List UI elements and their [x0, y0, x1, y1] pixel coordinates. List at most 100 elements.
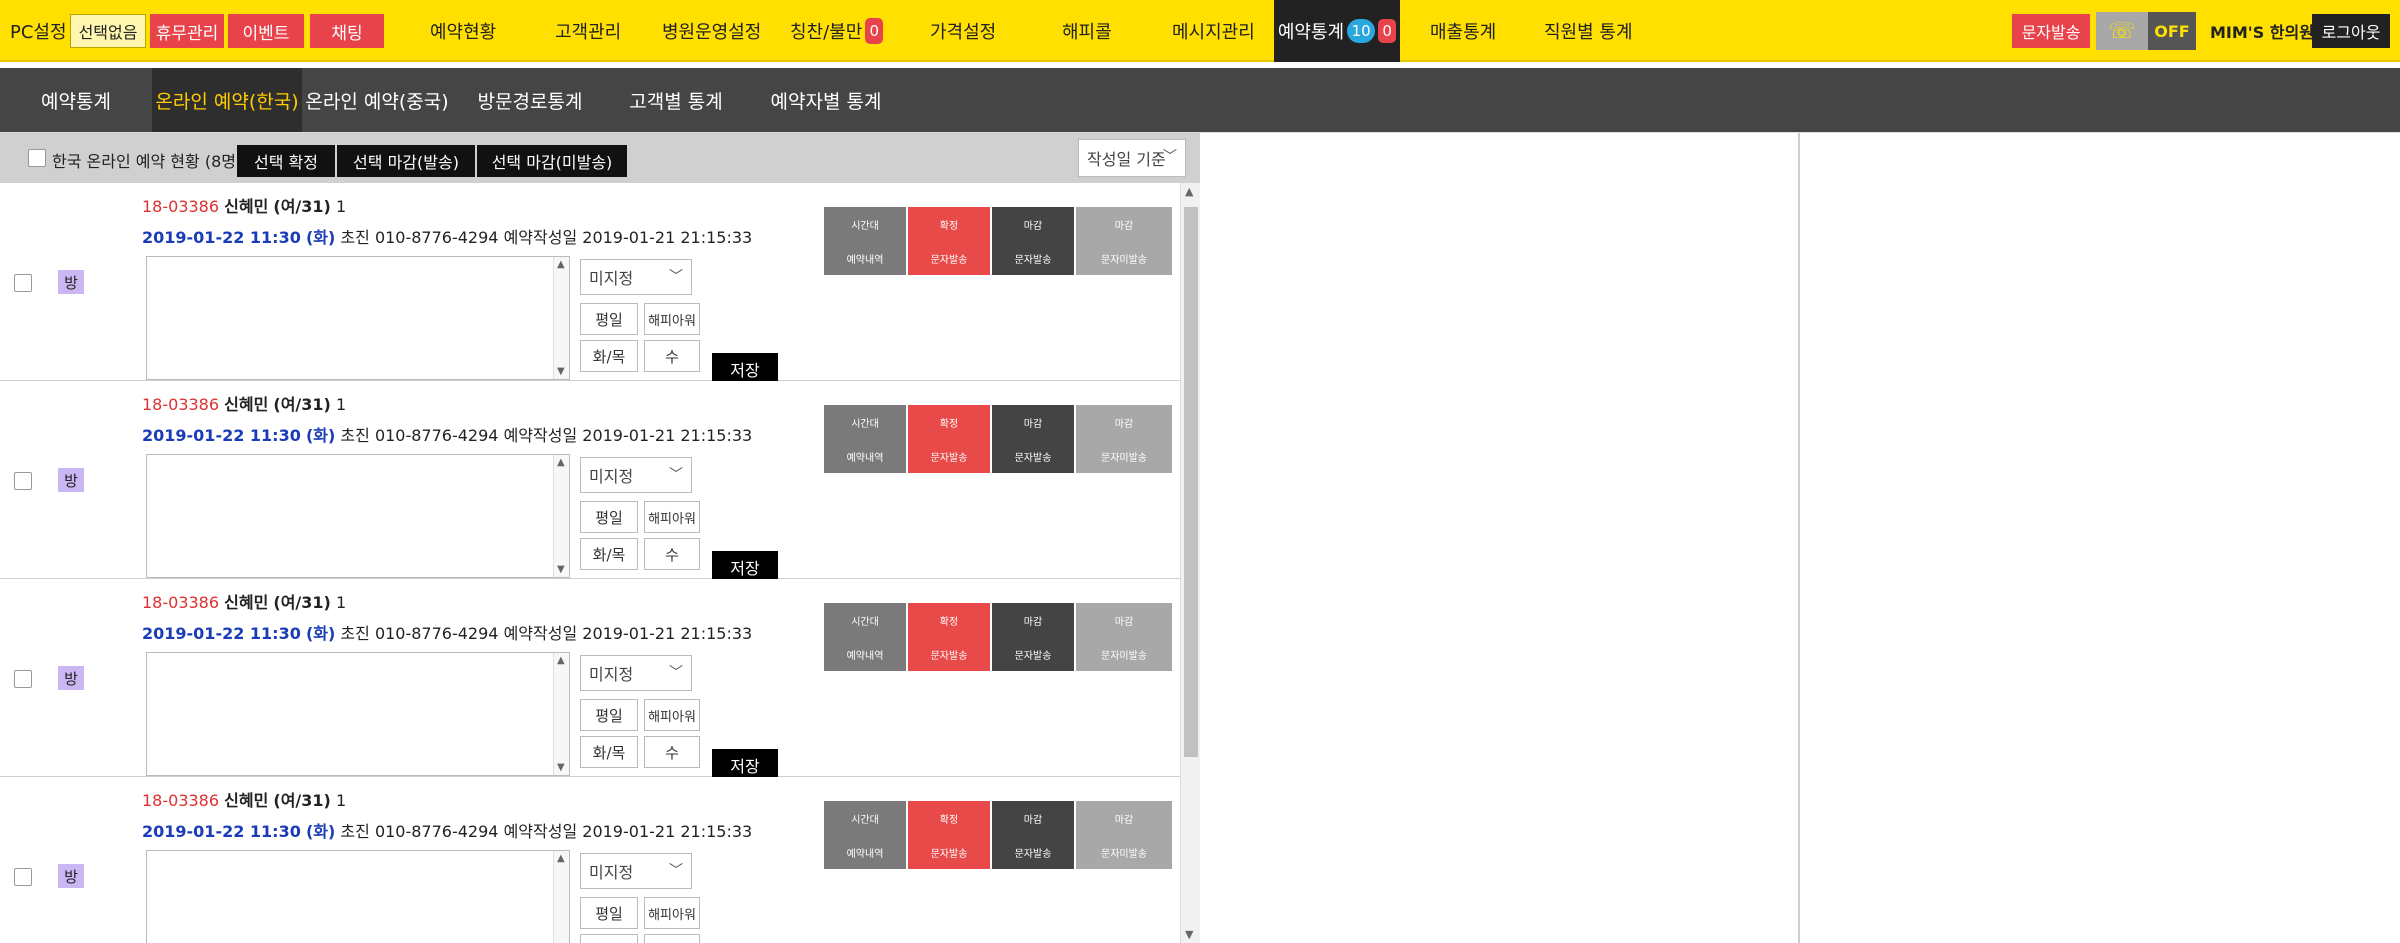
close-sms-unsent-button[interactable]: 마감 문자미발송	[1076, 801, 1172, 869]
tab-reserver-statistics[interactable]: 예약자별 통계	[744, 68, 908, 132]
select-none-button[interactable]: 선택없음	[70, 14, 146, 48]
nav-praise-complaint[interactable]: 칭찬/불만 0	[790, 14, 884, 48]
timeslot-history-button[interactable]: 시간대 예약내역	[824, 405, 906, 473]
scroll-up-icon[interactable]: ▲	[1185, 185, 1193, 198]
sms-send-button[interactable]: 문자발송	[2012, 14, 2090, 48]
memo-scrollbar[interactable]: ▲ ▼	[553, 653, 569, 775]
close-sms-sent-button[interactable]: 마감 문자발송	[992, 801, 1074, 869]
confirm-selected-button[interactable]: 선택 확정	[237, 145, 335, 177]
memo-scroll-down-icon[interactable]: ▼	[557, 762, 565, 773]
close-sms-unsent-button[interactable]: 마감 문자미발송	[1076, 207, 1172, 275]
memo-scroll-up-icon[interactable]: ▲	[557, 457, 565, 468]
memo-scrollbar[interactable]: ▲ ▼	[553, 851, 569, 943]
close-selected-unsent-button[interactable]: 선택 마감(미발송)	[477, 145, 627, 177]
status-bottom-label: 문자발송	[930, 848, 968, 860]
nav-hospital-settings[interactable]: 병원운영설정	[662, 14, 761, 48]
close-sms-sent-button[interactable]: 마감 문자발송	[992, 405, 1074, 473]
holiday-management-button[interactable]: 휴무관리	[150, 14, 224, 48]
patient-name[interactable]: 신혜민	[224, 395, 268, 414]
scrollbar-thumb[interactable]	[1184, 207, 1198, 757]
status-select[interactable]: 미지정 ﹀	[580, 457, 692, 493]
close-sms-unsent-button[interactable]: 마감 문자미발송	[1076, 405, 1172, 473]
tab-customer-statistics[interactable]: 고객별 통계	[608, 68, 744, 132]
status-select[interactable]: 미지정 ﹀	[580, 259, 692, 295]
weekday-option-button[interactable]: 평일	[580, 303, 638, 335]
timeslot-history-button[interactable]: 시간대 예약내역	[824, 801, 906, 869]
patient-id[interactable]: 18-03386	[142, 791, 219, 810]
memo-scrollbar[interactable]: ▲ ▼	[553, 257, 569, 379]
close-sms-unsent-button[interactable]: 마감 문자미발송	[1076, 603, 1172, 671]
status-select[interactable]: 미지정 ﹀	[580, 853, 692, 889]
event-button[interactable]: 이벤트	[228, 14, 304, 48]
tue-thu-option-button[interactable]: 화/목	[580, 736, 638, 768]
logout-button[interactable]: 로그아웃	[2312, 14, 2390, 48]
memo-scroll-down-icon[interactable]: ▼	[557, 366, 565, 377]
memo-textarea[interactable]: ▲ ▼	[146, 652, 570, 776]
status-bottom-label: 예약내역	[846, 848, 884, 860]
memo-textarea[interactable]: ▲ ▼	[146, 454, 570, 578]
phone-toggle[interactable]: ☏	[2096, 12, 2148, 50]
happy-hour-option-button[interactable]: 해피아워	[644, 501, 700, 533]
memo-scrollbar[interactable]: ▲ ▼	[553, 455, 569, 577]
list-title: 한국 온라인 예약 현황 (8명)	[52, 152, 243, 171]
list-scrollbar[interactable]: ▲ ▼	[1180, 183, 1200, 943]
close-sms-sent-button[interactable]: 마감 문자발송	[992, 207, 1074, 275]
tab-online-reservation-china[interactable]: 온라인 예약(중국)	[302, 68, 452, 132]
patient-name[interactable]: 신혜민	[224, 197, 268, 216]
confirm-sms-sent-button[interactable]: 확정 문자발송	[908, 801, 990, 869]
pc-settings-link[interactable]: PC설정	[10, 14, 67, 48]
memo-textarea[interactable]: ▲ ▼	[146, 850, 570, 943]
memo-scroll-up-icon[interactable]: ▲	[557, 853, 565, 864]
nav-happy-call[interactable]: 해피콜	[1062, 14, 1112, 48]
status-select[interactable]: 미지정 ﹀	[580, 655, 692, 691]
weekday-option-button[interactable]: 평일	[580, 501, 638, 533]
confirm-sms-sent-button[interactable]: 확정 문자발송	[908, 603, 990, 671]
tab-reservation-statistics[interactable]: 예약통계	[0, 68, 152, 132]
confirm-sms-sent-button[interactable]: 확정 문자발송	[908, 207, 990, 275]
sort-basis-select[interactable]: 작성일 기준 ﹀	[1078, 139, 1186, 177]
patient-line: 18-03386 신혜민 (여/31) 1	[142, 787, 346, 811]
row-checkbox[interactable]	[14, 670, 32, 688]
created-at: 2019-01-21 21:15:33	[582, 228, 753, 247]
patient-name[interactable]: 신혜민	[224, 593, 268, 612]
weekday-option-button[interactable]: 평일	[580, 699, 638, 731]
tue-thu-option-button[interactable]: 화/목	[580, 538, 638, 570]
nav-staff-statistics[interactable]: 직원별 통계	[1544, 14, 1633, 48]
memo-scroll-up-icon[interactable]: ▲	[557, 259, 565, 270]
patient-id[interactable]: 18-03386	[142, 395, 219, 414]
nav-message-management[interactable]: 메시지관리	[1172, 14, 1255, 48]
weekday-option-button[interactable]: 평일	[580, 897, 638, 929]
row-checkbox[interactable]	[14, 274, 32, 292]
happy-hour-option-button[interactable]: 해피아워	[644, 699, 700, 731]
close-selected-sent-button[interactable]: 선택 마감(발송)	[337, 145, 475, 177]
memo-scroll-up-icon[interactable]: ▲	[557, 655, 565, 666]
patient-name[interactable]: 신혜민	[224, 791, 268, 810]
wed-option-button[interactable]: 수	[644, 736, 700, 768]
tab-online-reservation-korea[interactable]: 온라인 예약(한국)	[152, 68, 302, 132]
close-sms-sent-button[interactable]: 마감 문자발송	[992, 603, 1074, 671]
tue-thu-option-button[interactable]: 화/목	[580, 340, 638, 372]
scroll-down-icon[interactable]: ▼	[1185, 928, 1193, 941]
happy-hour-option-button[interactable]: 해피아워	[644, 303, 700, 335]
nav-reservation-statistics[interactable]: 예약통계 10 0	[1274, 0, 1400, 62]
memo-scroll-down-icon[interactable]: ▼	[557, 564, 565, 575]
nav-customer-management[interactable]: 고객관리	[555, 14, 621, 48]
wed-option-button[interactable]: 수	[644, 538, 700, 570]
timeslot-history-button[interactable]: 시간대 예약내역	[824, 207, 906, 275]
nav-price-settings[interactable]: 가격설정	[930, 14, 996, 48]
confirm-sms-sent-button[interactable]: 확정 문자발송	[908, 405, 990, 473]
timeslot-history-button[interactable]: 시간대 예약내역	[824, 603, 906, 671]
nav-reservation-status[interactable]: 예약현황	[430, 14, 496, 48]
nav-sales-statistics[interactable]: 매출통계	[1430, 14, 1496, 48]
patient-id[interactable]: 18-03386	[142, 197, 219, 216]
patient-id[interactable]: 18-03386	[142, 593, 219, 612]
memo-textarea[interactable]: ▲ ▼	[146, 256, 570, 380]
happy-hour-option-button[interactable]: 해피아워	[644, 897, 700, 929]
row-checkbox[interactable]	[14, 472, 32, 490]
select-all-checkbox[interactable]	[28, 149, 46, 167]
phone-status-label[interactable]: OFF	[2148, 12, 2196, 50]
tab-visit-route-statistics[interactable]: 방문경로통계	[452, 68, 608, 132]
chat-button[interactable]: 채팅	[310, 14, 384, 48]
row-checkbox[interactable]	[14, 868, 32, 886]
wed-option-button[interactable]: 수	[644, 340, 700, 372]
